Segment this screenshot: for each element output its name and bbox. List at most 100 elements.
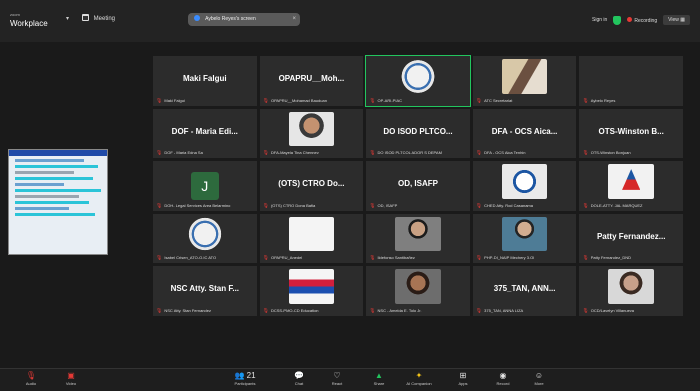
- participant-tile[interactable]: DFA - OCS Aica... 🎙 DFA - OCS Aica Tenhin: [472, 108, 577, 158]
- participant-tile[interactable]: Patty Fernandez... 🎙 Patty Fernandez_DND: [579, 213, 683, 263]
- participant-tile[interactable]: OPAPRU__Moh... 🎙 OPAPRU__Mohamad Bauduan: [259, 56, 364, 106]
- heart-icon: ♡: [333, 371, 341, 380]
- participant-tile[interactable]: 🎙 Ildefonso Santibañez: [366, 213, 470, 263]
- chevron-down-icon[interactable]: ▾: [66, 15, 69, 24]
- mic-muted-icon: 🎙: [475, 202, 483, 209]
- signin-button[interactable]: Sign in: [592, 17, 607, 23]
- participant-tile[interactable]: 🎙 Aybelo Reyes: [579, 56, 683, 106]
- participant-label-text: OPAPRU_Anedel: [270, 255, 303, 260]
- recording-indicator[interactable]: Recording: [627, 16, 657, 24]
- share-screen-pill[interactable]: Aybelo Reyes's screen ×: [188, 13, 300, 26]
- participant-name: DOF - Maria Edi...: [171, 126, 238, 136]
- share-screen-icon: ▲: [375, 371, 383, 380]
- participant-tile[interactable]: 🎙 ATC Secretariat: [472, 56, 577, 106]
- shared-screen-thumbnail[interactable]: [8, 149, 108, 255]
- record-button[interactable]: ◉ Record: [486, 371, 520, 386]
- participant-tile[interactable]: OD, ISAFP 🎙 OD, ISAFP: [366, 161, 470, 211]
- brand: zoom Workplace ▾: [10, 10, 69, 28]
- participant-label-text: OTS-Winston Bonjuan: [590, 150, 631, 155]
- participant-label: 🎙 DCSS-PMO-CD Education: [263, 308, 362, 314]
- participant-tile[interactable]: DOF - Maria Edi... 🎙 DOF - Maria Edna Sa: [153, 108, 257, 158]
- participant-name: DO ISOD PLTCO...: [383, 126, 453, 136]
- participant-tile[interactable]: 🎙 CHED Atty. Rod Casanama: [472, 161, 577, 211]
- participant-tile[interactable]: 🎙 PHP-DI_NAIP Mechery 3.OI: [472, 213, 577, 263]
- participant-video: [608, 269, 654, 304]
- video-label: Video: [65, 381, 77, 386]
- mic-muted-icon: 🎙: [262, 202, 269, 209]
- meeting-tab[interactable]: Meeting: [82, 14, 115, 22]
- participant-name: Patty Fernandez...: [596, 231, 666, 241]
- ai-companion-button[interactable]: ✦ AI Companion: [402, 371, 436, 386]
- video-button[interactable]: ▣ Video: [54, 371, 88, 386]
- participant-tile[interactable]: NSC Atty. Stan F... 🎙 NSC Atty. Stan Ferna…: [153, 266, 257, 316]
- participant-tile[interactable]: J 🎙 DOH- Legal Services Area Belarmino: [153, 161, 257, 211]
- more-label: More: [534, 381, 544, 386]
- ai-companion-label: AI Companion: [406, 381, 432, 386]
- shield-icon[interactable]: [613, 15, 622, 25]
- view-button[interactable]: View ▦: [663, 15, 690, 25]
- participant-video: [395, 269, 441, 304]
- mic-muted-icon: 🎙: [475, 255, 483, 261]
- participant-label-text: 375_TAN, ANNA LIZA: [484, 307, 524, 313]
- share-label: Share: [373, 381, 385, 386]
- participants-icon: 👥 21: [234, 371, 256, 380]
- participant-label-text: OPAPRU__Mohamad Bauduan: [270, 97, 327, 103]
- participant-label: 🎙 CHED Atty. Rod Casanama: [476, 203, 575, 209]
- chat-label: Chat: [294, 381, 304, 386]
- record-label: Record: [496, 381, 510, 386]
- participants-button[interactable]: 👥 21 Participants: [228, 371, 262, 386]
- participant-tile[interactable]: 🎙 DFA-Mayela Tina Chennev: [259, 108, 364, 158]
- participant-label-text: OD, ISAFP: [377, 202, 398, 208]
- chat-icon: 💬: [294, 371, 304, 380]
- doc-line: [15, 201, 89, 204]
- mic-muted-icon: 🎙: [25, 371, 37, 380]
- more-button[interactable]: ☺ More: [522, 371, 556, 386]
- participant-tile[interactable]: (OTS) CTRO Do... 🎙 (OTS) CTRO Dona Bafia: [259, 161, 364, 211]
- participant-video: [395, 216, 441, 251]
- close-icon[interactable]: ×: [292, 13, 296, 26]
- participant-video: [182, 216, 228, 251]
- participant-label: 🎙 375_TAN, ANNA LIZA: [476, 308, 575, 314]
- participant-name: (OTS) CTRO Do...: [278, 179, 345, 188]
- participant-label-text: CHED Atty. Rod Casanama: [484, 202, 533, 208]
- participant-tile[interactable]: Maki Falgui 🎙 Maki Falgui: [153, 56, 257, 106]
- participant-label-text: Ildefonso Santibañez: [377, 255, 415, 260]
- mic-muted-icon: 🎙: [582, 202, 589, 209]
- mic-muted-icon: 🎙: [582, 255, 589, 261]
- apps-button[interactable]: ⊞ Apps: [446, 371, 480, 386]
- participant-tile[interactable]: 🎙 OP-ARI-PIAC: [365, 55, 471, 107]
- record-dot-icon: [627, 16, 633, 22]
- participant-label: 🎙 OTS-Winston Bonjuan: [582, 150, 681, 156]
- participant-tile[interactable]: 🎙 DOLE-ATTY. JAL MARQUEZ: [579, 161, 683, 211]
- mic-muted-icon: 🎙: [262, 255, 269, 261]
- chat-button[interactable]: 💬 Chat: [282, 371, 316, 386]
- mic-muted-icon: 🎙: [369, 255, 376, 261]
- participant-tile[interactable]: 🎙 Isabel Crisen_ATO-O.IC ATO: [153, 213, 257, 263]
- participant-tile[interactable]: 375_TAN, ANN... 🎙 375_TAN, ANNA LIZA: [472, 266, 577, 316]
- mic-muted-icon: 🎙: [156, 97, 163, 104]
- participant-label: 🎙 OPAPRU_Anedel: [263, 255, 362, 261]
- participant-label-text: DOF - Maria Edna Sa: [164, 150, 203, 155]
- react-button[interactable]: ♡ React: [320, 371, 354, 386]
- record-icon: ◉: [499, 371, 507, 380]
- mic-muted-icon: 🎙: [369, 97, 376, 104]
- participant-tile[interactable]: 🎙 DCSS-PMO-CD Education: [259, 266, 364, 316]
- apps-label: Apps: [458, 381, 468, 386]
- participant-name: NSC Atty. Stan F...: [170, 284, 240, 293]
- participant-label: 🎙 DO ISOD PLTCOL ADOR S DEPAM: [369, 150, 468, 156]
- participant-label: 🎙 OCD/Lavelyn Villanueva: [582, 308, 681, 314]
- participant-tile[interactable]: 🎙 OCD/Lavelyn Villanueva: [579, 266, 683, 316]
- participant-tile[interactable]: OTS-Winston B... 🎙 OTS-Winston Bonjuan: [579, 108, 683, 158]
- participant-label: 🎙 DOH- Legal Services Area Belarmino: [156, 203, 255, 209]
- share-button[interactable]: ▲ Share: [362, 371, 396, 386]
- participant-tile[interactable]: 🎙 OPAPRU_Anedel: [259, 213, 364, 263]
- participant-tile[interactable]: DO ISOD PLTCO... 🎙 DO ISOD PLTCOL ADOR S D…: [366, 108, 470, 158]
- doc-line: [15, 213, 96, 216]
- participant-label: 🎙 ATC Secretariat: [476, 98, 575, 104]
- participant-video: [288, 269, 335, 304]
- doc-toolbar: [9, 150, 107, 156]
- audio-button[interactable]: 🎙 Audio: [14, 371, 48, 386]
- participant-tile[interactable]: 🎙 NSC - Amelda E. Tolo Jr.: [366, 266, 470, 316]
- mic-muted-icon: 🎙: [582, 150, 589, 156]
- participant-name: OD, ISAFP: [397, 179, 438, 188]
